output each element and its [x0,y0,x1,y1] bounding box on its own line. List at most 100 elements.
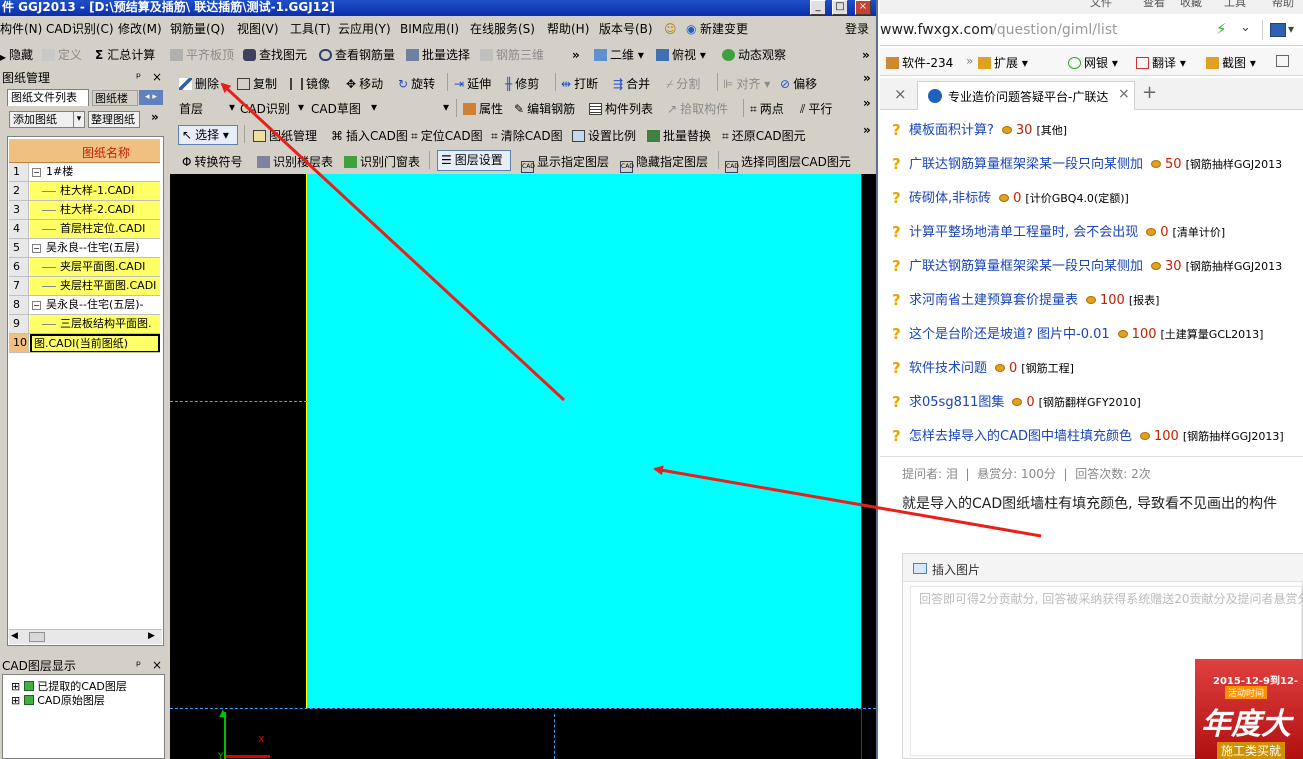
copy-button[interactable]: 复制 [237,75,277,92]
bookmark-more[interactable] [1276,54,1292,68]
question-title[interactable]: 广联达钢筋算量框架梁某一段只向某侧加 [909,259,1143,274]
table-row[interactable]: 1−1#楼 [9,163,160,182]
table-row[interactable]: 5− 吴永良--住宅(五层) [9,239,160,258]
question-title[interactable]: 软件技术问题 [909,361,987,376]
wall-fill-region[interactable] [307,174,862,708]
panel-close-icon[interactable]: × [152,70,162,84]
maximize-button[interactable]: □ [832,0,848,15]
convert-symbol-button[interactable]: Φ 转换符号 [182,153,242,170]
new-tab-icon[interactable]: + [1142,82,1157,103]
login-button[interactable]: 登录 [845,17,869,41]
question-item[interactable]: ? 怎样去掉导入的CAD图中墙柱填充颜色 100 [钢筋抽样GGJ2013] [880,420,1303,454]
menu-item-4[interactable]: 视图(V) [237,17,279,41]
add-drawing-dropdown[interactable]: ▾ [73,111,85,128]
close-button[interactable]: × [855,0,871,15]
locate-cad-button[interactable]: ⌗ 定位CAD图 [411,127,483,144]
url-domain[interactable]: www.fwxgx.com [880,22,993,38]
edit-rebar-button[interactable]: ✎ 编辑钢筋 [514,100,575,117]
batch-replace-button[interactable]: 批量替换 [647,127,711,144]
question-item[interactable]: ? 计算平整场地清单工程量时, 会不会出现 0 [清单计价] [880,216,1303,250]
menu-item-3[interactable]: 钢筋量(Q) [170,17,225,41]
scroll-left-icon[interactable]: ◀ [11,631,18,641]
properties-button[interactable]: 属性 [463,100,503,117]
bookmark-screenshot[interactable]: 截图 ▾ [1206,54,1256,71]
bookmark-translate[interactable]: 翻译 ▾ [1136,54,1186,71]
rebar-3d-button[interactable]: 钢筋三维 [480,43,544,67]
table-row[interactable]: 8− 吴永良--住宅(五层)- [9,296,160,315]
select-button[interactable]: ↖ 选择 ▾ [178,125,238,145]
question-title[interactable]: 模板面积计算? [909,123,994,138]
menu-item-7[interactable]: BIM应用(I) [400,17,459,41]
summary-calc-button[interactable]: Σ 汇总计算 [95,43,155,67]
define-button[interactable]: 定义 [42,43,82,67]
question-item[interactable]: ? 模板面积计算? 30 [其他] [880,114,1303,148]
select-same-layer-button[interactable]: CAD 选择同图层CAD图元 [725,153,851,173]
layer-settings-button[interactable]: ☰ 图层设置 [437,150,511,171]
collapse-icon[interactable]: − [32,244,41,253]
organize-drawing-button[interactable]: 整理图纸 [88,111,140,128]
table-row[interactable]: 9 三层板结构平面图. [9,315,160,334]
panel-close-icon[interactable]: × [152,658,162,672]
offset-button[interactable]: ⊘ 偏移 [780,75,817,92]
restore-cad-button[interactable]: ⌗ 还原CAD图元 [722,127,806,144]
menu-item-2[interactable]: 修改(M) [118,17,162,41]
table-row[interactable]: 2 柱大样-1.CADI [9,182,160,201]
tab-scroll-arrows[interactable]: ◂ ▸ [139,90,163,105]
floor-select[interactable]: 首层 ▾ [179,100,237,117]
two-point-button[interactable]: ⌗ 两点 [750,100,784,117]
chevron-down-icon[interactable]: ⌄ [1240,20,1251,35]
menu-tools[interactable]: 工具 [1224,0,1246,10]
table-row[interactable]: 6 夹层平面图.CADI [9,258,160,277]
question-title[interactable]: 计算平整场地清单工程量时, 会不会出现 [909,225,1138,240]
table-row[interactable]: 3 柱大样-2.CADI [9,201,160,220]
face-icon[interactable]: ☺ [664,17,677,41]
tab-drawing-list[interactable]: 图纸文件列表 [7,89,89,106]
align-button[interactable]: ⊫ 对齐 ▾ [723,75,770,92]
component-list-button[interactable]: 构件列表 [589,100,653,117]
lightning-icon[interactable]: ⚡ [1216,20,1227,38]
menu-item-1[interactable]: CAD识别(C) [46,17,114,41]
split-button[interactable]: ⌿ 分割 [666,75,700,92]
address-bar[interactable]: www.fwxgx.com /question/giml/list ⚡ ⌄ ▾ [880,16,1303,46]
question-title[interactable]: 怎样去掉导入的CAD图中墙柱填充颜色 [909,429,1132,444]
image-icon[interactable] [913,563,927,574]
trim-button[interactable]: ╫ 修剪 [505,75,539,92]
cad-canvas[interactable]: ▲ Y x [170,174,876,759]
parallel-button[interactable]: ⫽ 平行 [800,100,832,117]
tab-drawing-floor[interactable]: 图纸楼 [92,90,138,106]
question-item[interactable]: ? 砖砌体,非标砖 0 [计价GBQ4.0(定额)] [880,182,1303,216]
pick-component-button[interactable]: ↗ 拾取构件 [667,100,728,117]
menu-item-9[interactable]: 帮助(H) [547,17,589,41]
scroll-thumb[interactable] [29,632,45,642]
menu-item-10[interactable]: 版本号(B) [599,17,653,41]
hide-button[interactable]: ▸ 隐藏 [0,43,33,67]
merge-button[interactable]: ⇶ 合并 [613,75,650,92]
drawing-manage-button[interactable]: 图纸管理 [253,127,317,144]
question-title[interactable]: 求05sg811图集 [909,395,1004,410]
cad-view-select[interactable]: CAD草图 ▾ [311,100,379,117]
pin-icon[interactable]: ᵖ [136,658,141,672]
set-scale-button[interactable]: 设置比例 [572,127,636,144]
bookmark-software[interactable]: 软件-234 [886,54,953,71]
add-drawing-button[interactable]: 添加图纸 [9,111,75,128]
close-icon[interactable]: × [1118,86,1130,102]
question-item[interactable]: ? 软件技术问题 0 [钢筋工程] [880,352,1303,386]
identify-floor-table-button[interactable]: 识别楼层表 [257,153,333,170]
menu-item-11[interactable]: 新建变更 [700,17,748,41]
dynamic-observe-button[interactable]: 动态观察 [722,43,786,67]
find-element-button[interactable]: 查找图元 [243,43,307,67]
clear-cad-button[interactable]: ⌗ 清除CAD图 [491,127,563,144]
menu-file[interactable]: 文件 [1090,0,1112,10]
table-row[interactable]: 7 夹层柱平面图.CADI [9,277,160,296]
align-slab-top-button[interactable]: 平齐板顶 [170,43,234,67]
scroll-right-icon[interactable]: ▶ [148,631,155,641]
view-rebar-button[interactable]: 查看钢筋量 [319,43,395,67]
move-button[interactable]: ✥ 移动 [346,75,383,92]
horizontal-scrollbar[interactable]: ◀ ▶ [9,629,162,644]
question-item[interactable]: ? 求05sg811图集 0 [钢筋翻样GFY2010] [880,386,1303,420]
menu-favorites[interactable]: 收藏 [1180,0,1202,10]
insert-image-button[interactable]: 插入图片 [932,561,980,578]
show-layer-button[interactable]: CAD 显示指定图层 [521,153,609,173]
delete-button[interactable]: 删除 [179,75,219,92]
insert-cad-button[interactable]: ⌘ 插入CAD图 [331,127,408,144]
